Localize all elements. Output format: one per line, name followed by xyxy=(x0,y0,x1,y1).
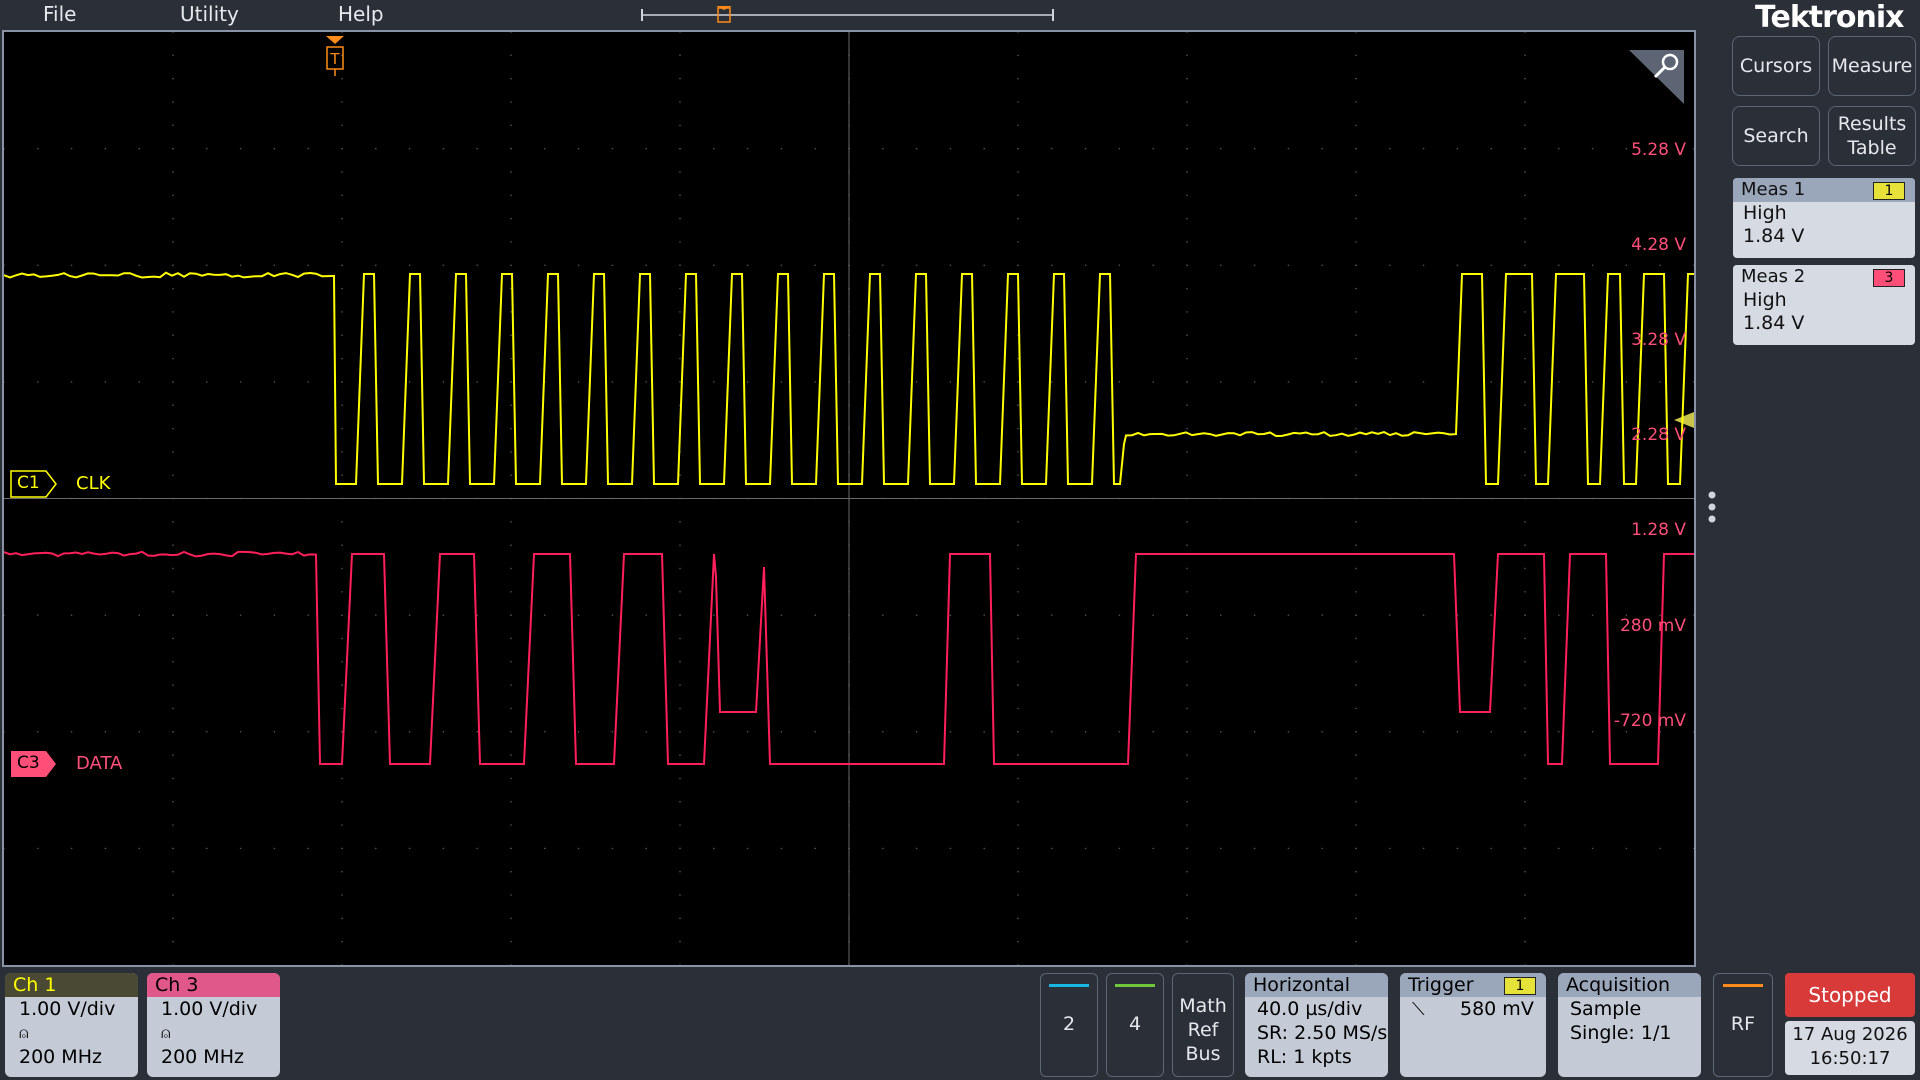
meas-2-value: 1.84 V xyxy=(1743,312,1915,335)
ch2-button-label: 2 xyxy=(1041,1013,1097,1035)
meas-1-source: 1 xyxy=(1873,182,1905,200)
meas-1-type: High xyxy=(1743,202,1915,225)
menu-file[interactable]: File xyxy=(43,2,76,26)
acquisition-title: Acquisition xyxy=(1558,973,1701,997)
ch1-badge[interactable]: Ch 1 1.00 V/div ⍝ 200 MHz xyxy=(5,973,138,1077)
horizontal-badge[interactable]: Horizontal 40.0 µs/div SR: 2.50 MS/s RL:… xyxy=(1245,973,1388,1077)
sample-rate: SR: 2.50 MS/s xyxy=(1245,1021,1388,1045)
meas-2-source: 3 xyxy=(1873,269,1905,287)
results-table-button[interactable]: Results Table xyxy=(1828,106,1916,166)
ch3-scale: 1.00 V/div xyxy=(147,997,280,1021)
ch2-color-bar xyxy=(1049,984,1089,987)
ch1-badge-title: Ch 1 xyxy=(5,973,138,997)
trigger-level: 580 mV xyxy=(1460,997,1534,1021)
scale-label-6: 280 mV xyxy=(1620,616,1686,636)
horizontal-position-indicator[interactable] xyxy=(640,6,1055,24)
waveform-svg: T xyxy=(4,32,1694,965)
ch3-badge-title: Ch 3 xyxy=(147,973,280,997)
measure-button[interactable]: Measure xyxy=(1828,36,1916,96)
settings-bar: Ch 1 1.00 V/div ⍝ 200 MHz Ch 3 1.00 V/di… xyxy=(0,967,1920,1080)
falling-edge-icon: ⟍ xyxy=(1412,999,1425,1020)
acquisition-badge[interactable]: Acquisition Sample Single: 1/1 xyxy=(1558,973,1701,1077)
ch1-tag-label: C1 xyxy=(17,473,40,493)
scale-label-3: 3.28 V xyxy=(1631,330,1686,350)
bus-label: Bus xyxy=(1173,1042,1233,1066)
ch3-tag-label: C3 xyxy=(17,753,40,773)
meas-2-title: Meas 2 xyxy=(1741,266,1805,287)
date-time: 17 Aug 2026 16:50:17 xyxy=(1785,1021,1915,1075)
horizontal-scale: 40.0 µs/div xyxy=(1245,997,1388,1021)
scale-label-4: 2.28 V xyxy=(1631,425,1686,445)
menu-help[interactable]: Help xyxy=(338,2,384,26)
meas-2-badge[interactable]: Meas 2 3 High 1.84 V xyxy=(1733,265,1915,345)
ch4-button-label: 4 xyxy=(1107,1013,1163,1035)
waveform-display[interactable]: T 5.28 V 4.28 V 3.28 V 2.28 V 1.28 V 280… xyxy=(2,30,1696,967)
scale-label-1: 5.28 V xyxy=(1631,140,1686,160)
ch3-name: DATA xyxy=(76,753,122,774)
ch1-bandwidth: 200 MHz xyxy=(5,1045,138,1069)
right-panel: Cursors Measure Search Results Table xyxy=(1700,30,1920,967)
ch4-color-bar xyxy=(1115,984,1155,987)
meas-1-title: Meas 1 xyxy=(1741,179,1805,200)
menu-utility[interactable]: Utility xyxy=(180,2,239,26)
trigger-badge[interactable]: Trigger 1 ⟍ 580 mV xyxy=(1400,973,1546,1077)
trigger-position-marker: T xyxy=(326,36,344,76)
scale-label-5: 1.28 V xyxy=(1631,520,1686,540)
trigger-title: Trigger xyxy=(1408,974,1474,996)
ch3-bandwidth: 200 MHz xyxy=(147,1045,280,1069)
scale-label-2: 4.28 V xyxy=(1631,235,1686,255)
trigger-label: T xyxy=(329,50,340,68)
ref-label: Ref xyxy=(1173,1018,1233,1042)
ch3-coupling-icon: ⍝ xyxy=(147,1021,280,1045)
horizontal-title: Horizontal xyxy=(1245,973,1388,997)
acquisition-mode: Sample xyxy=(1558,997,1701,1021)
meas-1-value: 1.84 V xyxy=(1743,225,1915,248)
rf-button[interactable]: RF xyxy=(1713,973,1773,1077)
ch1-coupling-icon: ⍝ xyxy=(5,1021,138,1045)
zoom-icon xyxy=(1629,50,1684,104)
run-stop-status[interactable]: Stopped xyxy=(1785,973,1915,1017)
ch1-name: CLK xyxy=(76,473,110,494)
rf-label: RF xyxy=(1714,1013,1772,1035)
ch2-button[interactable]: 2 xyxy=(1040,973,1098,1077)
ch3-badge[interactable]: Ch 3 1.00 V/div ⍝ 200 MHz xyxy=(147,973,280,1077)
scale-label-7: -720 mV xyxy=(1614,711,1686,731)
trigger-source: 1 xyxy=(1504,977,1536,995)
menu-bar: File Utility Help xyxy=(0,0,1700,30)
ch4-button[interactable]: 4 xyxy=(1106,973,1164,1077)
acquisition-single: Single: 1/1 xyxy=(1558,1021,1701,1045)
rf-color-bar xyxy=(1723,984,1763,987)
meas-1-badge[interactable]: Meas 1 1 High 1.84 V xyxy=(1733,178,1915,258)
meas-2-type: High xyxy=(1743,289,1915,312)
date-label: 17 Aug 2026 xyxy=(1785,1023,1915,1047)
search-button[interactable]: Search xyxy=(1732,106,1820,166)
time-label: 16:50:17 xyxy=(1785,1047,1915,1071)
cursors-button[interactable]: Cursors xyxy=(1732,36,1820,96)
ch1-scale: 1.00 V/div xyxy=(5,997,138,1021)
record-length: RL: 1 kpts xyxy=(1245,1045,1388,1069)
math-ref-bus-button[interactable]: Math Ref Bus xyxy=(1172,973,1234,1077)
math-label: Math xyxy=(1173,994,1233,1018)
